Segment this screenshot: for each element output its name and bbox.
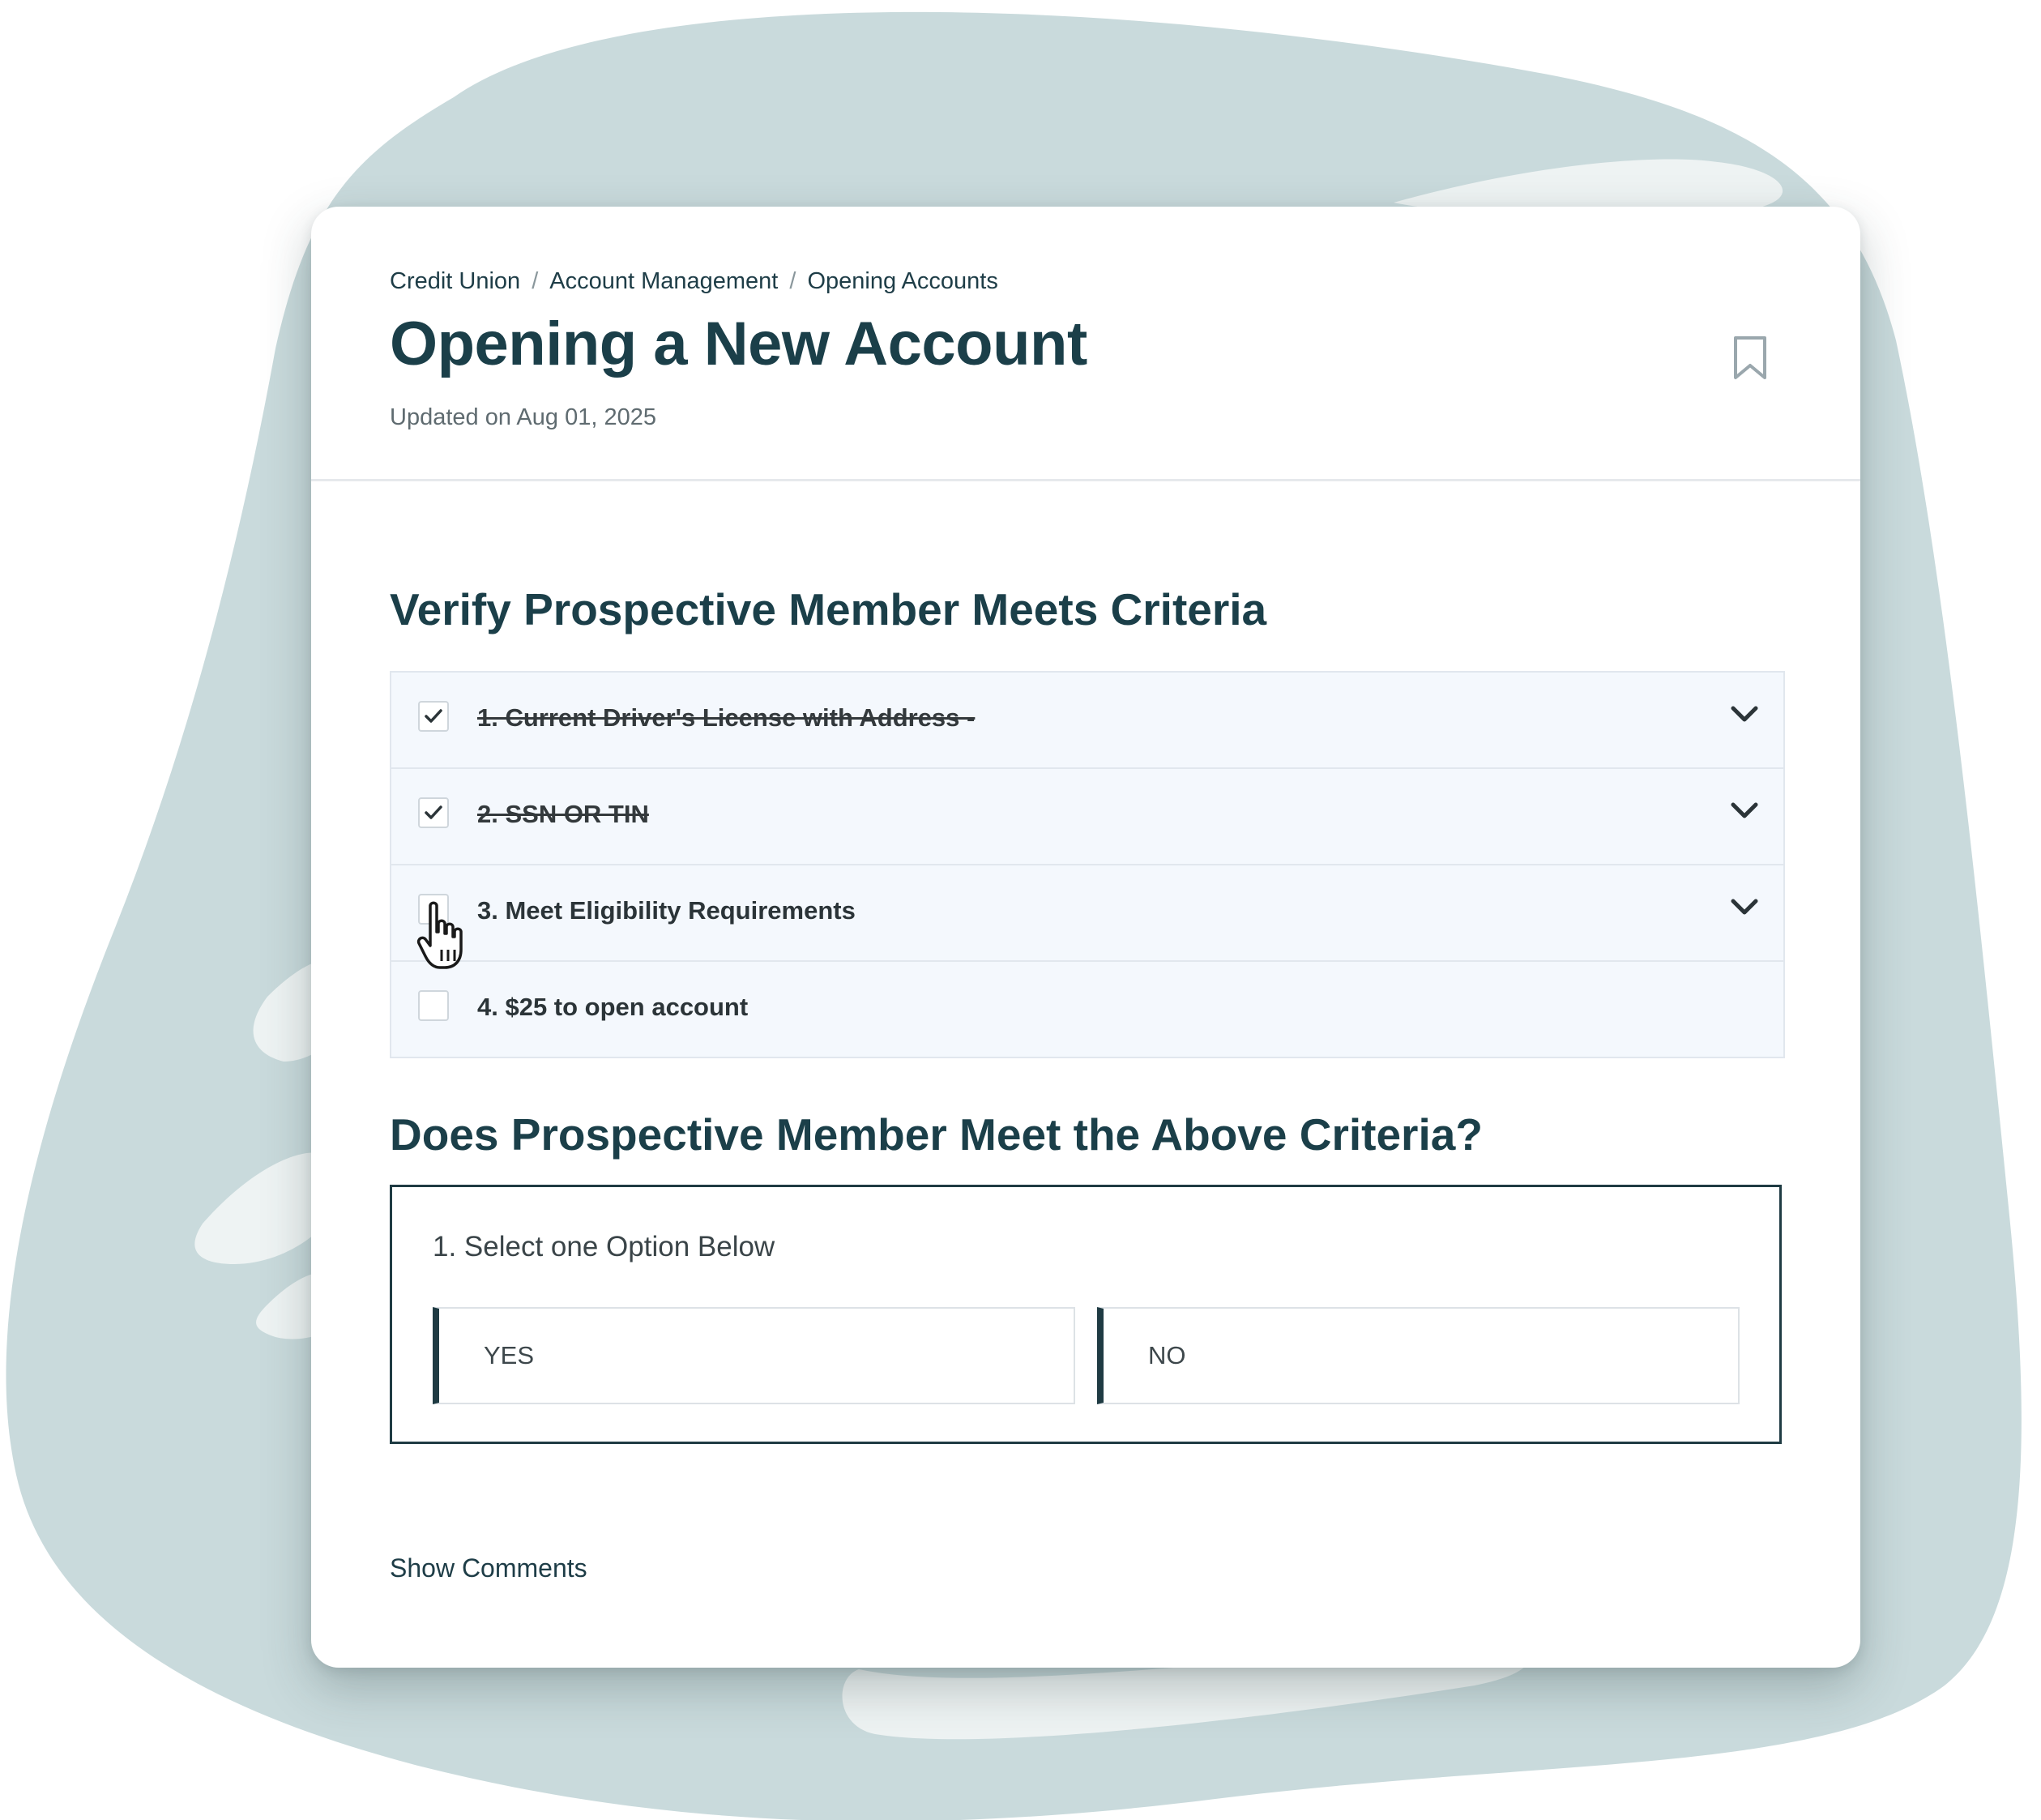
article-header: Credit Union / Account Management / Open… [311, 207, 1860, 481]
updated-date: Updated on Aug 01, 2025 [390, 404, 656, 430]
checklist-item-label: 2. SSN OR TIN [477, 800, 649, 828]
decision-options-box: 1. Select one Option Below YES NO [390, 1185, 1782, 1444]
yes-button[interactable]: YES [433, 1307, 1075, 1404]
page-title: Opening a New Account [390, 310, 1087, 378]
criteria-checklist: 1. Current Driver's License with Address… [390, 671, 1785, 1058]
chevron-down-icon[interactable] [1730, 800, 1759, 821]
checklist-item-label: 1. Current Driver's License with Address… [477, 703, 976, 732]
checklist-item-drivers-license[interactable]: 1. Current Driver's License with Address… [391, 673, 1783, 769]
decision-section-title: Does Prospective Member Meet the Above C… [390, 1109, 1483, 1160]
breadcrumb: Credit Union / Account Management / Open… [390, 268, 998, 295]
checklist-item-label: 4. $25 to open account [477, 993, 749, 1021]
checklist-item-label: 3. Meet Eligibility Requirements [477, 896, 856, 925]
checklist-item-ssn[interactable]: 2. SSN OR TIN [391, 769, 1783, 865]
bookmark-icon[interactable] [1731, 335, 1769, 382]
no-button[interactable]: NO [1097, 1307, 1740, 1404]
criteria-section-title: Verify Prospective Member Meets Criteria [390, 584, 1267, 634]
breadcrumb-account-management[interactable]: Account Management [549, 268, 778, 295]
breadcrumb-separator: / [532, 268, 539, 294]
article-card: Credit Union / Account Management / Open… [311, 207, 1860, 1668]
breadcrumb-separator: / [789, 268, 796, 294]
option-prompt: 1. Select one Option Below [433, 1231, 775, 1262]
checkbox-unchecked[interactable] [418, 990, 449, 1021]
check-icon [425, 805, 442, 819]
check-icon [425, 709, 442, 723]
hand-pointer-icon [416, 901, 463, 969]
show-comments-link[interactable]: Show Comments [390, 1553, 587, 1583]
breadcrumb-credit-union[interactable]: Credit Union [390, 268, 520, 295]
breadcrumb-opening-accounts[interactable]: Opening Accounts [807, 268, 997, 295]
checklist-item-opening-deposit[interactable]: 4. $25 to open account [391, 962, 1783, 1057]
chevron-down-icon[interactable] [1730, 703, 1759, 724]
checkbox-checked[interactable] [418, 701, 449, 732]
chevron-down-icon[interactable] [1730, 896, 1759, 917]
checklist-item-eligibility[interactable]: 3. Meet Eligibility Requirements [391, 865, 1783, 962]
checkbox-checked[interactable] [418, 797, 449, 828]
